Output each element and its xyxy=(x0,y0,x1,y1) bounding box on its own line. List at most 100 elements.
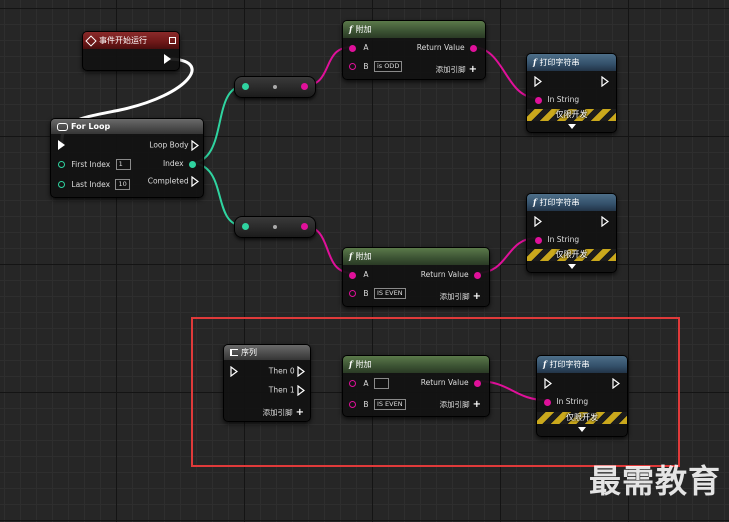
print-string-node-mid[interactable]: f 打印字符串 In String 仅限开发 xyxy=(526,193,617,273)
print-mid-title: 打印字符串 xyxy=(539,198,580,207)
then1-label: Then 1 xyxy=(268,385,295,395)
print-string-node-bottom[interactable]: f 打印字符串 In String 仅限开发 xyxy=(536,355,628,437)
function-icon: f xyxy=(349,359,353,369)
loop-body-exec-pin[interactable] xyxy=(191,140,199,151)
last-index-input[interactable]: 10 xyxy=(115,179,131,190)
print-bottom-exec-in-pin[interactable] xyxy=(544,378,552,389)
append-mid-return-pin[interactable] xyxy=(474,271,481,279)
conversion-node-top[interactable] xyxy=(234,76,316,98)
append-node-bottom[interactable]: f 附加 A Return Value B IS EVEN 添加引脚 + xyxy=(342,355,490,417)
conversion-bottom-in-pin[interactable] xyxy=(242,223,249,230)
append-top-b-pin[interactable] xyxy=(349,63,356,70)
print-bottom-exec-out-pin[interactable] xyxy=(612,378,620,389)
print-mid-expand-arrow-icon[interactable] xyxy=(567,264,576,269)
append-top-add-pin-label: 添加引脚 xyxy=(435,65,466,74)
append-mid-b-input[interactable]: IS EVEN xyxy=(373,288,406,299)
completed-exec-pin[interactable] xyxy=(191,176,199,187)
print-top-title: 打印字符串 xyxy=(539,58,580,67)
for-loop-header: For Loop xyxy=(51,119,203,134)
append-mid-return-row: Return Value xyxy=(421,270,481,279)
append-bottom-b-row: B IS EVEN xyxy=(349,399,406,410)
print-bottom-expand-arrow-icon[interactable] xyxy=(578,427,586,432)
print-mid-exec-in-pin[interactable] xyxy=(534,216,542,227)
append-bottom-return-label: Return Value xyxy=(420,378,469,387)
for-loop-exec-in-pin[interactable] xyxy=(58,140,65,150)
completed-row: Completed xyxy=(148,176,199,187)
append-mid-a-row: A xyxy=(349,270,369,279)
last-index-label: Last Index xyxy=(71,179,111,189)
conversion-node-bottom[interactable] xyxy=(234,216,316,238)
function-icon: f xyxy=(533,57,537,67)
loop-icon xyxy=(57,122,68,131)
conversion-top-in-pin[interactable] xyxy=(242,83,249,90)
print-bottom-title: 打印字符串 xyxy=(549,360,590,369)
append-top-a-row: A xyxy=(349,43,369,52)
append-bottom-return-pin[interactable] xyxy=(474,379,481,387)
print-bottom-in-pin[interactable] xyxy=(544,398,551,406)
then1-exec-pin[interactable] xyxy=(297,385,305,396)
event-begin-play-node[interactable]: 事件开始运行 xyxy=(82,31,180,71)
append-mid-add-pin-label: 添加引脚 xyxy=(439,292,470,301)
append-bottom-a-pin[interactable] xyxy=(349,380,356,387)
print-bottom-dev-only-bar: 仅限开发 xyxy=(537,412,627,424)
append-bottom-b-input[interactable]: IS EVEN xyxy=(373,399,406,410)
conversion-bottom-out-pin[interactable] xyxy=(301,223,308,230)
append-top-b-label: B xyxy=(363,61,369,71)
append-bottom-header: f 附加 xyxy=(343,356,489,373)
append-top-b-input[interactable]: is ODD xyxy=(373,61,403,72)
index-pin[interactable] xyxy=(189,160,196,168)
append-top-b-row: B is ODD xyxy=(349,61,403,72)
append-node-mid[interactable]: f 附加 A Return Value B IS EVEN 添加引脚 + xyxy=(342,247,490,307)
last-index-pin[interactable] xyxy=(58,181,65,188)
append-bottom-a-input[interactable] xyxy=(373,378,389,389)
print-bottom-header: f 打印字符串 xyxy=(537,356,627,373)
first-index-pin[interactable] xyxy=(58,161,65,168)
then0-exec-pin[interactable] xyxy=(297,366,305,377)
print-top-expand-arrow-icon[interactable] xyxy=(567,124,576,129)
append-node-top[interactable]: f 附加 A Return Value B is ODD 添加引脚 + xyxy=(342,20,486,80)
append-top-a-pin[interactable] xyxy=(349,44,356,52)
append-mid-return-label: Return Value xyxy=(420,270,469,279)
print-top-exec-out-pin[interactable] xyxy=(601,76,609,87)
print-top-header: f 打印字符串 xyxy=(527,54,616,71)
append-bottom-add-pin-row[interactable]: 添加引脚 + xyxy=(440,399,481,410)
print-string-node-top[interactable]: f 打印字符串 In String 仅限开发 xyxy=(526,53,617,133)
function-icon: f xyxy=(349,251,353,261)
append-mid-a-pin[interactable] xyxy=(349,271,356,279)
conversion-bottom-dot xyxy=(273,225,277,229)
append-mid-add-pin-row[interactable]: 添加引脚 + xyxy=(440,291,481,302)
function-icon: f xyxy=(543,359,547,369)
sequence-exec-in-pin[interactable] xyxy=(230,366,238,377)
event-exec-out-pin[interactable] xyxy=(164,54,171,64)
watermark-logo: 最需教育 xyxy=(588,462,721,500)
event-close-icon xyxy=(169,37,176,44)
sequence-node[interactable]: 序列 Then 0 Then 1 添加引脚 + xyxy=(223,344,311,422)
print-mid-header: f 打印字符串 xyxy=(527,194,616,211)
print-mid-exec-out-pin[interactable] xyxy=(601,216,609,227)
then1-row: Then 1 xyxy=(269,385,305,396)
append-mid-b-pin[interactable] xyxy=(349,290,356,297)
sequence-icon xyxy=(230,349,238,356)
append-bottom-a-label: A xyxy=(363,378,369,388)
event-node-title: 事件开始运行 xyxy=(99,36,147,45)
print-top-in-label: In String xyxy=(547,95,580,104)
append-top-add-pin-row[interactable]: 添加引脚 + xyxy=(436,64,477,75)
plus-icon: + xyxy=(295,407,304,418)
append-top-return-pin[interactable] xyxy=(470,44,477,52)
print-mid-dev-label: 仅限开发 xyxy=(555,250,588,259)
function-icon: f xyxy=(533,197,537,207)
sequence-title: 序列 xyxy=(241,348,257,357)
append-mid-title: 附加 xyxy=(355,252,372,261)
first-index-input[interactable]: 1 xyxy=(115,159,131,170)
print-top-in-pin[interactable] xyxy=(535,96,542,104)
conversion-top-out-pin[interactable] xyxy=(301,83,308,90)
for-loop-node[interactable]: For Loop Loop Body First Index 1 Index C… xyxy=(50,118,204,198)
print-mid-in-pin[interactable] xyxy=(535,236,542,244)
print-top-exec-in-pin[interactable] xyxy=(534,76,542,87)
sequence-add-pin-row[interactable]: 添加引脚 + xyxy=(263,407,304,418)
append-bottom-b-pin[interactable] xyxy=(349,401,356,408)
append-bottom-add-pin-label: 添加引脚 xyxy=(439,400,470,409)
append-mid-a-label: A xyxy=(363,270,369,279)
index-label: Index xyxy=(162,159,184,168)
sequence-add-pin-label: 添加引脚 xyxy=(262,408,293,417)
